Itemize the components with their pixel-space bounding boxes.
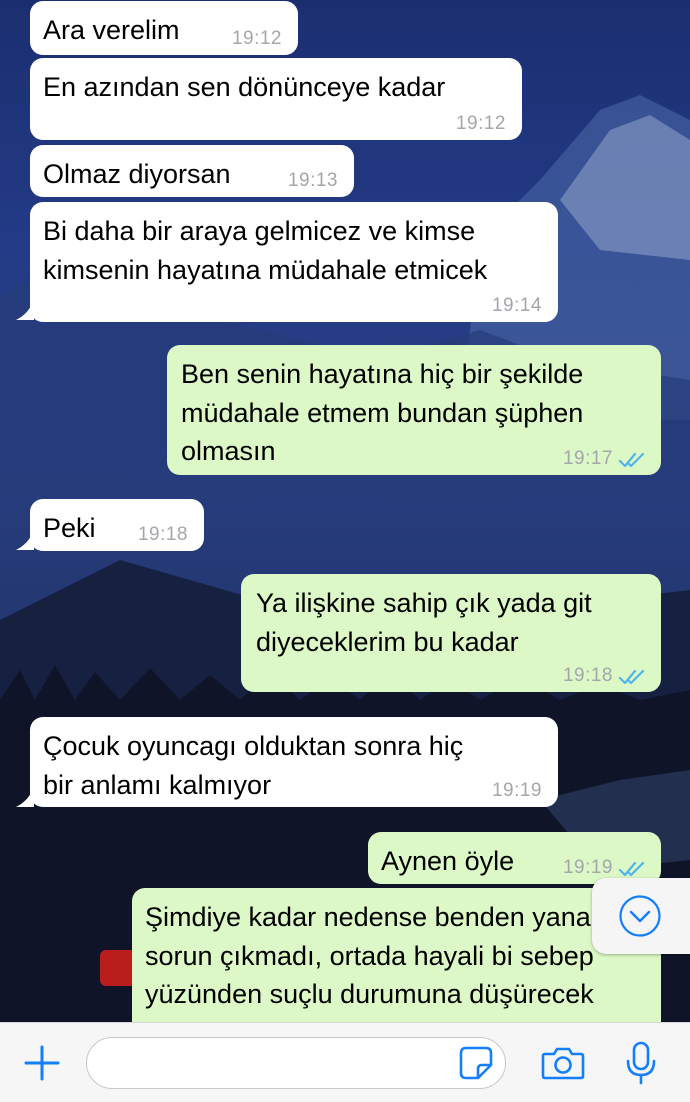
message-bubble-incoming[interactable]: Peki 19:18 [30, 499, 204, 551]
message-time: 19:12 [231, 28, 282, 49]
message-bubble-outgoing[interactable]: Aynen öyle 19:19 [368, 832, 661, 884]
message-input[interactable] [86, 1037, 506, 1089]
message-text: Ben senin hayatına hiç bir şekilde müdah… [181, 359, 584, 466]
message-list[interactable]: Ara verelim 19:12 En azından sen dönünce… [0, 0, 690, 1022]
camera-icon[interactable] [541, 1045, 585, 1081]
microphone-icon[interactable] [625, 1041, 657, 1085]
message-text: En azından sen dönünceye kadar [43, 72, 446, 102]
plus-icon[interactable] [22, 1043, 62, 1083]
message-time: 19:19 [562, 857, 613, 878]
message-time: 19:13 [287, 170, 338, 191]
message-bubble-incoming[interactable]: Çocuk oyuncagı olduktan sonra hiç bir an… [30, 717, 558, 807]
bubble-tail [16, 787, 34, 807]
message-text: Bi daha bir araya gelmicez ve kimse kims… [43, 216, 488, 285]
message-time: 19:14 [491, 295, 542, 316]
message-bubble-incoming[interactable]: Bi daha bir araya gelmicez ve kimse kims… [30, 202, 558, 322]
message-bubble-outgoing[interactable]: Şimdiye kadar nedense benden yana sorun … [132, 888, 661, 1022]
message-text: Ya ilişkine sahip çık yada git diyecekle… [256, 588, 592, 657]
sticker-icon[interactable] [458, 1045, 494, 1081]
message-text: Peki [43, 513, 96, 543]
bubble-tail [16, 300, 34, 320]
message-bubble-incoming[interactable]: Ara verelim 19:12 [30, 1, 298, 55]
message-text: Şimdiye kadar nedense benden yana sorun … [145, 902, 594, 1022]
read-receipt-icon [618, 452, 645, 468]
chevron-down-icon [619, 895, 661, 937]
message-time: 19:18 [137, 524, 188, 545]
message-text: Ara verelim [43, 15, 180, 45]
message-bubble-incoming[interactable]: Olmaz diyorsan 19:13 [30, 145, 354, 197]
message-bubble-outgoing[interactable]: Ben senin hayatına hiç bir şekilde müdah… [167, 345, 661, 475]
message-bubble-incoming[interactable]: En azından sen dönünceye kadar 19:12 [30, 58, 522, 140]
message-text: Çocuk oyuncagı olduktan sonra hiç bir an… [43, 731, 464, 800]
message-time: 19:19 [491, 780, 542, 801]
message-time: 19:18 [562, 665, 613, 686]
message-bubble-outgoing[interactable]: Ya ilişkine sahip çık yada git diyecekle… [241, 574, 661, 692]
bubble-tail [16, 530, 34, 550]
read-receipt-icon [618, 861, 645, 877]
read-receipt-icon [618, 669, 645, 685]
message-time: 19:12 [455, 113, 506, 134]
message-time: 19:17 [562, 448, 613, 469]
composer-bar [0, 1022, 690, 1102]
message-text: Aynen öyle [381, 846, 515, 876]
message-text: Olmaz diyorsan [43, 159, 231, 189]
scroll-to-bottom-button[interactable] [592, 878, 690, 954]
